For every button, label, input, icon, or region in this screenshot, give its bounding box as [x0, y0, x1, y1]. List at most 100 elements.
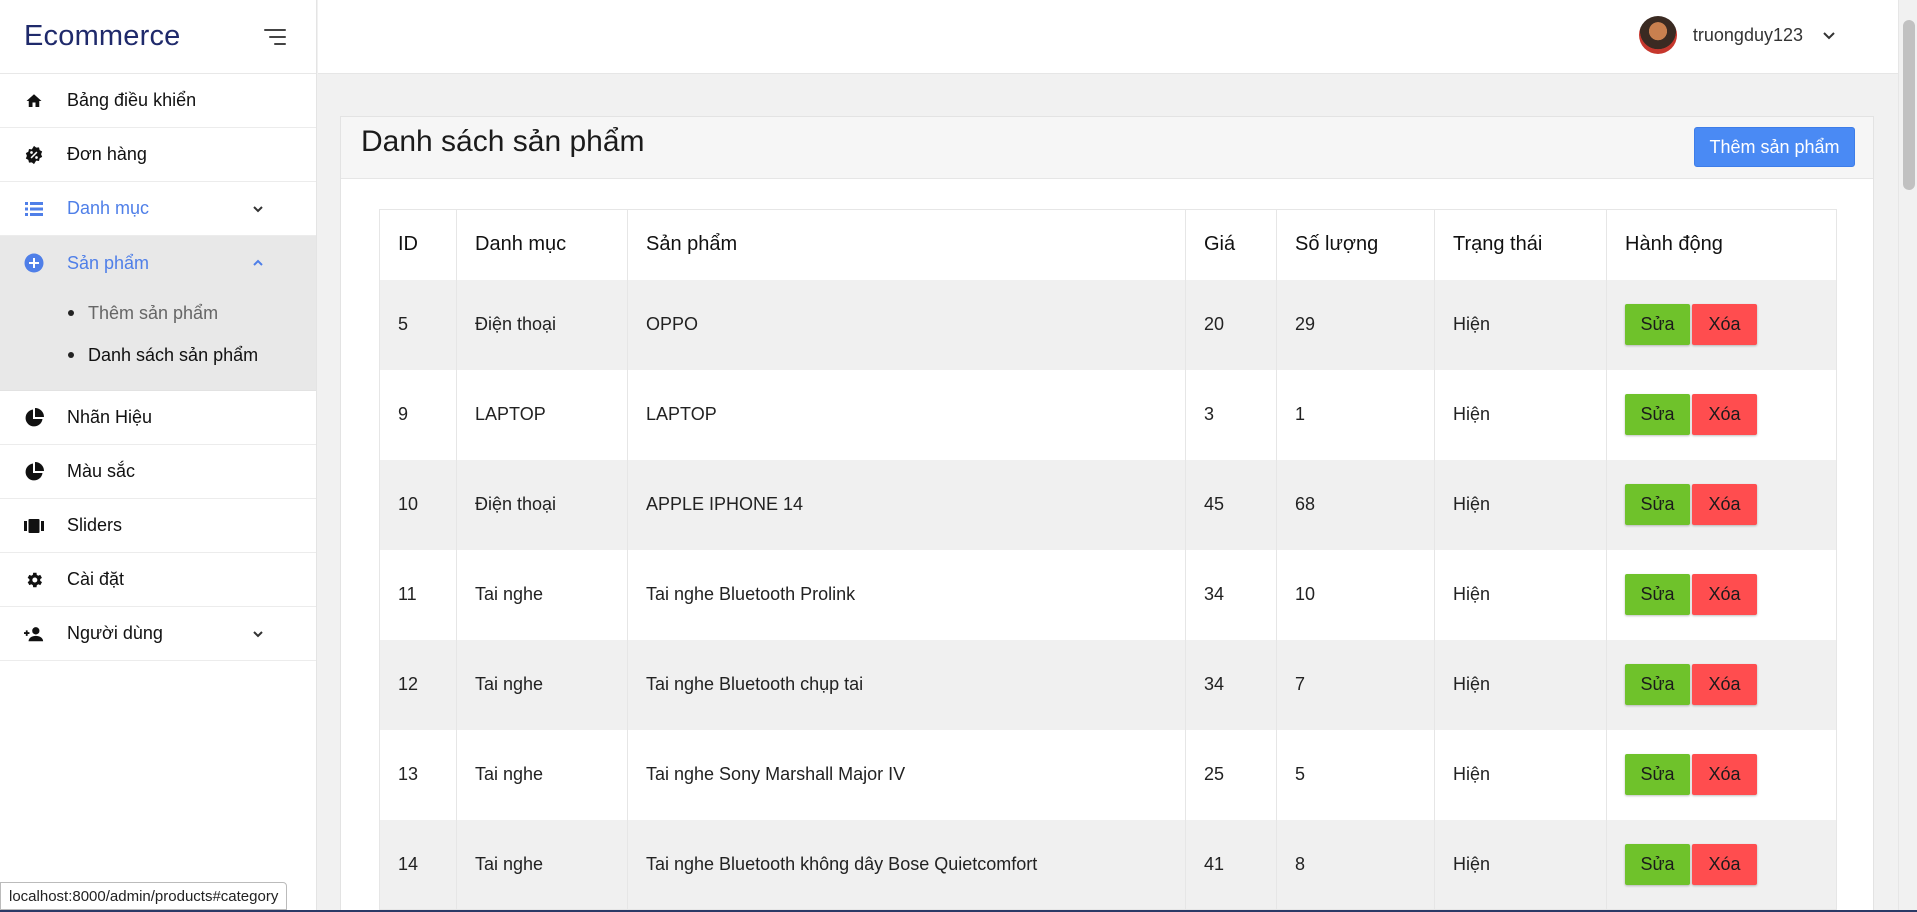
cell-status: Hiện	[1434, 279, 1607, 370]
cell-product: Tai nghe Bluetooth Prolink	[627, 549, 1186, 640]
sidebar: Ecommerce Bảng điều khiển Đơn hàng Danh …	[0, 0, 317, 912]
menu-toggle-icon[interactable]	[260, 26, 286, 48]
sidebar-item-label: Người dùng	[67, 623, 163, 643]
column-header: Trạng thái	[1434, 209, 1607, 280]
submenu-item-label: Thêm sản phẩm	[88, 302, 219, 323]
column-header: ID	[379, 209, 457, 280]
cell-price: 34	[1185, 639, 1277, 730]
cell-product: APPLE IPHONE 14	[627, 459, 1186, 550]
delete-button[interactable]: Xóa	[1692, 394, 1757, 435]
pie-chart-icon	[24, 461, 44, 482]
delete-button[interactable]: Xóa	[1692, 843, 1757, 885]
edit-button[interactable]: Sửa	[1625, 484, 1690, 525]
submenu-item-add-product[interactable]: Thêm sản phẩm	[0, 292, 316, 334]
table-row: 13 Tai nghe Tai nghe Sony Marshall Major…	[379, 729, 1837, 820]
edit-button[interactable]: Sửa	[1625, 394, 1690, 435]
edit-button[interactable]: Sửa	[1625, 664, 1690, 705]
page-title: Danh sách sản phẩm	[361, 125, 645, 158]
cell-product: Tai nghe Bluetooth chụp tai	[627, 639, 1186, 730]
table-header-row: ID Danh mục Sản phẩm Giá Số lượng Trạng …	[379, 209, 1837, 280]
sidebar-item-label: Màu sắc	[67, 461, 136, 481]
status-bar-url: localhost:8000/admin/products#category	[0, 882, 288, 910]
brand-title[interactable]: Ecommerce	[24, 20, 181, 53]
cell-quantity: 10	[1276, 549, 1435, 640]
cell-product: Tai nghe Bluetooth không dây Bose Quietc…	[627, 819, 1186, 910]
column-header: Sản phẩm	[627, 209, 1186, 280]
delete-button[interactable]: Xóa	[1692, 484, 1757, 525]
delete-button[interactable]: Xóa	[1692, 574, 1757, 615]
sidebar-item-label: Danh mục	[67, 198, 150, 218]
cell-status: Hiện	[1434, 459, 1607, 550]
sidebar-item-label: Cài đặt	[67, 569, 125, 589]
cell-quantity: 68	[1276, 459, 1435, 550]
cell-product: LAPTOP	[627, 369, 1186, 460]
sidebar-item-brands[interactable]: Nhãn Hiệu	[0, 391, 316, 445]
cell-actions: Sửa Xóa	[1606, 549, 1837, 640]
submenu-item-label: Danh sách sản phẩm	[88, 344, 259, 365]
sidebar-item-dashboard[interactable]: Bảng điều khiển	[0, 74, 316, 128]
sidebar-item-settings[interactable]: Cài đặt	[0, 553, 316, 607]
delete-button[interactable]: Xóa	[1692, 304, 1757, 345]
chevron-down-icon	[253, 631, 263, 638]
edit-button[interactable]: Sửa	[1625, 843, 1690, 885]
chevron-down-icon[interactable]	[1821, 27, 1837, 43]
submenu-item-product-list[interactable]: Danh sách sản phẩm	[0, 334, 316, 376]
bullet-icon	[68, 352, 74, 358]
cell-price: 20	[1185, 279, 1277, 370]
page-scrollbar[interactable]	[1898, 0, 1917, 912]
home-icon	[24, 91, 44, 111]
cell-actions: Sửa Xóa	[1606, 639, 1837, 730]
sidebar-item-label: Sản phẩm	[67, 252, 150, 273]
sidebar-item-colors[interactable]: Màu sắc	[0, 445, 316, 499]
cell-category: Tai nghe	[456, 549, 628, 640]
brand-bar: Ecommerce	[0, 0, 316, 74]
cell-quantity: 7	[1276, 639, 1435, 730]
cell-actions: Sửa Xóa	[1606, 369, 1837, 460]
delete-button[interactable]: Xóa	[1692, 754, 1757, 795]
cell-category: LAPTOP	[456, 369, 628, 460]
cell-id: 12	[379, 639, 457, 730]
sidebar-item-sliders[interactable]: Sliders	[0, 499, 316, 553]
cell-category: Tai nghe	[456, 819, 628, 910]
sidebar-item-orders[interactable]: Đơn hàng	[0, 128, 316, 182]
cell-status: Hiện	[1434, 729, 1607, 820]
cell-price: 25	[1185, 729, 1277, 820]
user-add-icon	[24, 624, 44, 644]
cell-status: Hiện	[1434, 819, 1607, 910]
cell-product: OPPO	[627, 279, 1186, 370]
cell-price: 34	[1185, 549, 1277, 640]
table-row: 11 Tai nghe Tai nghe Bluetooth Prolink 3…	[379, 549, 1837, 640]
table-row: 12 Tai nghe Tai nghe Bluetooth chụp tai …	[379, 639, 1837, 730]
add-product-button[interactable]: Thêm sản phẩm	[1694, 127, 1855, 167]
sidebar-item-products[interactable]: Sản phẩm	[0, 236, 316, 290]
column-header: Số lượng	[1276, 209, 1435, 280]
sidebar-item-label: Đơn hàng	[67, 144, 147, 164]
cell-status: Hiện	[1434, 369, 1607, 460]
cell-actions: Sửa Xóa	[1606, 729, 1837, 820]
sidebar-item-categories[interactable]: Danh mục	[0, 182, 316, 236]
products-submenu: Thêm sản phẩm Danh sách sản phẩm	[0, 290, 316, 391]
username[interactable]: truongduy123	[1693, 25, 1803, 46]
cell-actions: Sửa Xóa	[1606, 279, 1837, 370]
edit-button[interactable]: Sửa	[1625, 574, 1690, 615]
delete-button[interactable]: Xóa	[1692, 664, 1757, 705]
table-row: 14 Tai nghe Tai nghe Bluetooth không dây…	[379, 819, 1837, 910]
cell-price: 41	[1185, 819, 1277, 910]
edit-button[interactable]: Sửa	[1625, 304, 1690, 345]
cell-actions: Sửa Xóa	[1606, 819, 1837, 910]
cell-id: 10	[379, 459, 457, 550]
cell-id: 11	[379, 549, 457, 640]
table-row: 9 LAPTOP LAPTOP 3 1 Hiện Sửa Xóa	[379, 369, 1837, 460]
avatar[interactable]	[1638, 16, 1677, 54]
cell-status: Hiện	[1434, 549, 1607, 640]
user-menu[interactable]: truongduy123	[1638, 16, 1837, 54]
cell-quantity: 29	[1276, 279, 1435, 370]
list-icon	[24, 199, 44, 219]
cell-id: 13	[379, 729, 457, 820]
product-list-card: Danh sách sản phẩm Thêm sản phẩm ID Danh…	[340, 116, 1874, 912]
sidebar-item-users[interactable]: Người dùng	[0, 607, 316, 661]
edit-button[interactable]: Sửa	[1625, 754, 1690, 795]
products-table: ID Danh mục Sản phẩm Giá Số lượng Trạng …	[379, 209, 1837, 910]
scrollbar-thumb[interactable]	[1903, 20, 1915, 190]
column-header: Giá	[1185, 209, 1277, 280]
